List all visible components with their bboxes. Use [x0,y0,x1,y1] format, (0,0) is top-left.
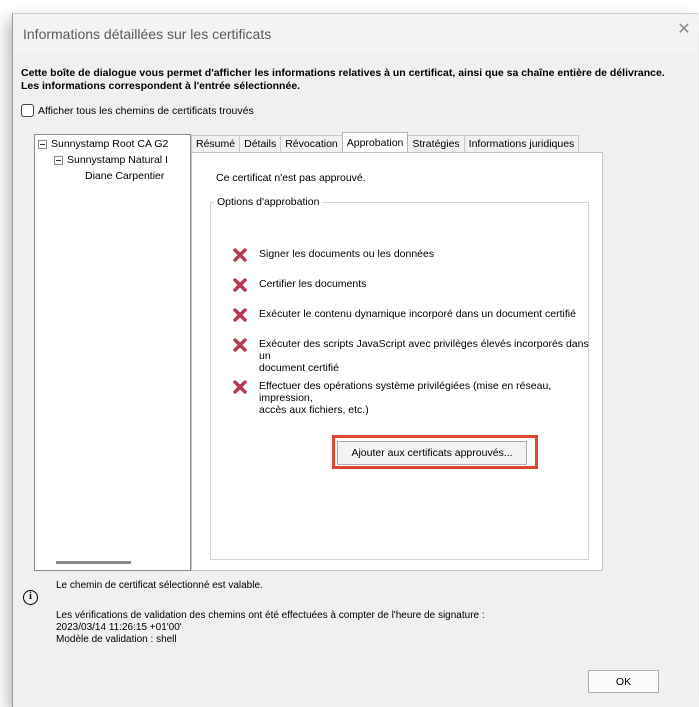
tab-approbation[interactable]: Approbation [341,132,409,152]
permission-text: accès aux fichiers, etc.) [259,404,369,416]
validation-model: Modèle de validation : shell [56,634,177,645]
intro-line-1: Cette boîte de dialogue vous permet d'af… [21,67,665,79]
show-all-paths-label: Afficher tous les chemins de certificats… [38,104,254,117]
tab-legal-info[interactable]: Informations juridiques [463,135,580,152]
tab-resume[interactable]: Résumé [191,135,241,152]
validation-timestamp: 2023/03/14 11:26:15 +01'00' [56,622,182,633]
permission-text: Exécuter le contenu dynamique incorporé … [259,308,576,320]
collapse-icon[interactable] [38,139,47,149]
permission-text: Exécuter des scripts JavaScript avec pri… [259,338,589,362]
tree-item-label: Sunnystamp Natural I [67,154,168,166]
tree-item-leaf[interactable]: Diane Carpentier [85,170,164,182]
permission-text: Effectuer des opérations système privilé… [259,380,552,404]
horizontal-scrollbar[interactable] [56,561,131,564]
show-all-paths-row[interactable]: Afficher tous les chemins de certificats… [21,104,254,117]
permission-item: Signer les documents ou les données [233,248,593,262]
group-label: Options d'approbation [214,196,323,208]
tree-item-label: Diane Carpentier [85,170,165,182]
tree-item-root[interactable]: Sunnystamp Root CA G2 [38,138,168,150]
approval-panel: Ce certificat n'est pas approuvé. Option… [191,152,603,571]
red-x-icon [233,308,247,322]
tree-item-label: Sunnystamp Root CA G2 [51,138,169,150]
title-bar: Informations détaillées sur les certific… [13,14,698,54]
red-x-icon [233,248,247,262]
permission-text: document certifié [259,362,339,374]
tab-strip: Résumé Détails Révocation Approbation St… [191,132,580,152]
intro-text: Cette boîte de dialogue vous permet d'af… [21,67,691,93]
certificate-tree[interactable]: Sunnystamp Root CA G2 Sunnystamp Natural… [34,134,191,571]
red-x-icon [233,278,247,292]
show-all-paths-checkbox[interactable] [21,104,34,117]
approval-status: Ce certificat n'est pas approuvé. [216,172,366,184]
validation-info-line-1: Les vérifications de validation des chem… [56,610,485,621]
tab-details[interactable]: Détails [239,135,282,152]
permission-item: Exécuter le contenu dynamique incorporé … [233,308,593,322]
intro-line-2: Les informations correspondent à l'entré… [21,80,301,92]
dialog-title: Informations détaillées sur les certific… [23,26,272,42]
tab-revocation[interactable]: Révocation [280,135,343,152]
tree-item-intermediate[interactable]: Sunnystamp Natural I [54,154,168,166]
path-valid-text: Le chemin de certificat sélectionné est … [56,580,263,591]
permission-text: Certifier les documents [259,278,367,290]
permission-item: Effectuer des opérations système privilé… [233,380,593,416]
permission-item: Exécuter des scripts JavaScript avec pri… [233,338,593,374]
add-to-trusted-button[interactable]: Ajouter aux certificats approuvés... [337,441,527,465]
ok-button[interactable]: OK [588,670,659,693]
red-x-icon [233,338,247,352]
permission-text: Signer les documents ou les données [259,248,435,260]
close-icon[interactable]: ✕ [676,22,692,38]
tab-strategies[interactable]: Stratégies [407,135,465,152]
info-icon: i [23,590,38,605]
certificate-details-dialog: Informations détaillées sur les certific… [12,13,698,707]
permission-item: Certifier les documents [233,278,593,292]
approval-options-group: Options d'approbation Signer les documen… [210,196,589,560]
red-x-icon [233,380,247,394]
collapse-icon[interactable] [54,155,63,165]
